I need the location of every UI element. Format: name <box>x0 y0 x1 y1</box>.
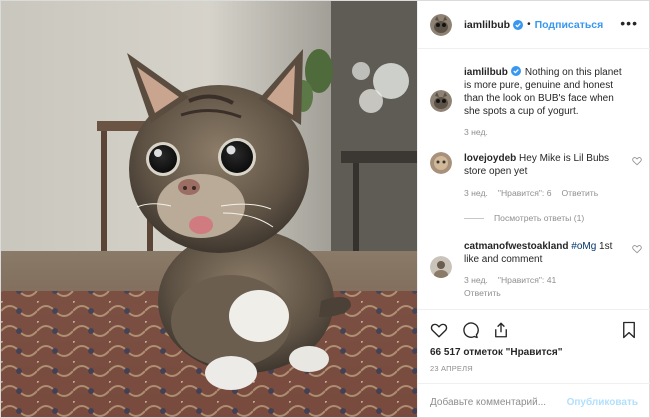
view-replies-label: Посмотреть ответы (1) <box>494 213 585 223</box>
comment-icon[interactable] <box>461 321 479 339</box>
follow-button[interactable]: Подписаться <box>535 19 604 31</box>
post-header: iamlilbub • Подписаться ••• <box>418 1 650 49</box>
post-date[interactable]: 23 АПРЕЛЯ <box>430 364 473 373</box>
publish-button[interactable]: Опубликовать <box>567 397 638 408</box>
comment-meta: 3 нед. "Нравится": 6 Ответить <box>464 187 626 200</box>
comment-time[interactable]: 3 нед. <box>464 275 488 285</box>
replies-divider <box>464 217 484 219</box>
share-icon[interactable] <box>492 321 510 339</box>
comment-body: lovejoydeb Hey Mike is Lil Bubs store op… <box>464 152 626 200</box>
separator-dot: • <box>527 19 531 30</box>
action-icons <box>430 321 523 339</box>
instagram-post: iamlilbub • Подписаться ••• iamlilbub No… <box>0 0 650 418</box>
comment-body: catmanofwestoakland #oMg 1st like and co… <box>464 240 626 300</box>
caption-author[interactable]: iamlilbub <box>464 67 508 78</box>
comment-input[interactable] <box>430 396 560 408</box>
comment-likes[interactable]: "Нравится": 41 <box>498 275 556 285</box>
comment-time[interactable]: 3 нед. <box>464 188 488 198</box>
caption-body: iamlilbub Nothing on this planet is more … <box>464 66 626 139</box>
commenter-avatar[interactable] <box>430 152 452 174</box>
likes-count[interactable]: 66 517 отметок "Нравится" <box>430 347 562 358</box>
heart-icon[interactable] <box>430 321 448 339</box>
add-comment-bar: Опубликовать <box>418 383 650 418</box>
comment-author[interactable]: catmanofwestoakland <box>464 241 568 252</box>
caption-author-avatar[interactable] <box>430 90 452 112</box>
reply-button[interactable]: Ответить <box>561 188 598 198</box>
view-replies-button[interactable]: Посмотреть ответы (1) <box>464 213 584 223</box>
commenter-avatar[interactable] <box>430 256 452 278</box>
caption-meta: 3 нед. <box>464 126 626 139</box>
comment-author[interactable]: lovejoydeb <box>464 153 516 164</box>
more-options-icon[interactable]: ••• <box>620 16 638 30</box>
author-username[interactable]: iamlilbub <box>464 19 510 31</box>
reply-button[interactable]: Ответить <box>464 288 501 298</box>
post-sidebar: iamlilbub • Подписаться ••• iamlilbub No… <box>417 1 650 418</box>
caption-time[interactable]: 3 нед. <box>464 127 488 137</box>
post-photo[interactable] <box>1 1 417 417</box>
bookmark-icon[interactable] <box>620 321 638 339</box>
verified-badge-icon <box>513 19 524 30</box>
post-actions: 66 517 отметок "Нравится" 23 АПРЕЛЯ Опуб… <box>418 309 650 418</box>
cat-photo-illustration <box>1 1 417 417</box>
comment-heart-icon[interactable] <box>632 156 642 166</box>
comment-likes[interactable]: "Нравится": 6 <box>498 188 552 198</box>
comment-heart-icon[interactable] <box>632 244 642 254</box>
comments-list[interactable]: iamlilbub Nothing on this planet is more … <box>418 50 650 308</box>
author-avatar[interactable] <box>430 13 452 36</box>
comment-meta: 3 нед. "Нравится": 41 Ответить <box>464 274 626 300</box>
comment-hashtag[interactable]: #oMg <box>571 241 596 252</box>
verified-badge-icon <box>510 66 521 76</box>
